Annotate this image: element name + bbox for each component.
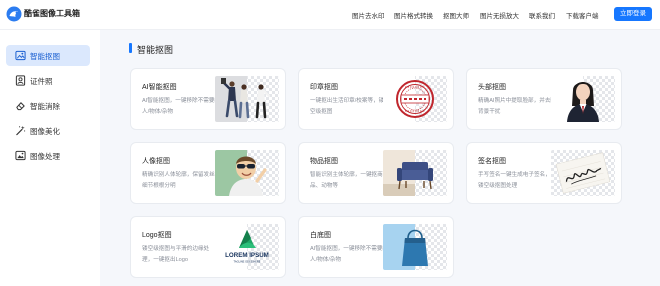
card-title: 头部抠图	[478, 84, 506, 91]
app-title: 酷雀图像工具箱	[24, 9, 80, 18]
student-portrait-photo	[551, 76, 615, 122]
card-description: 智能识别主体轮廓，一键抠商品、动物等	[310, 172, 383, 189]
card-description: AI智能抠图，一键移除不需要的人/物体/杂物	[142, 98, 220, 115]
sidebar: 智能抠图 证件照 智能消除 图像美化 图像处理	[0, 30, 100, 286]
logo-icon[interactable]	[6, 6, 22, 22]
sidebar-item-label: 图像处理	[30, 152, 60, 161]
card-title: AI智能抠图	[142, 84, 177, 91]
handwritten-signature-image	[551, 150, 615, 196]
card-description: 镂空级抠图与平滑的边缘处理，一键抠出Logo	[142, 246, 210, 263]
nav-link-cutout-master[interactable]: 抠图大师	[443, 10, 469, 20]
eraser-icon	[16, 102, 25, 111]
sidebar-item-smart-erase[interactable]: 智能消除	[6, 95, 90, 116]
section-title-marker	[129, 43, 132, 53]
card-title: 签名抠图	[478, 158, 506, 165]
card-title: 白底图	[310, 232, 331, 239]
sidebar-item-label: 智能消除	[30, 102, 60, 111]
logo-text: LOREM IPSUM	[225, 252, 269, 259]
card-description: 一键抠出生活印章/校案等，镂空级抠图	[310, 98, 385, 115]
card-description: 手写签名一键生成电子签名，镂空级抠图处理	[478, 172, 551, 189]
card-description: 精确识别人体轮廓，保留发丝细节根根分明	[142, 172, 215, 189]
card-white-background[interactable]: 白底图 AI智能抠图，一键移除不需要的人/物体/杂物	[298, 216, 454, 278]
people-posing-photo	[215, 76, 279, 122]
page-title: 智能抠图	[137, 45, 174, 55]
image-cutout-icon	[15, 50, 26, 61]
nav-link-lossless-upscale[interactable]: 图片无损放大	[480, 10, 519, 20]
image-process-icon	[15, 150, 26, 161]
card-title: 人像抠图	[142, 158, 170, 165]
nav-link-contact-us[interactable]: 联系我们	[529, 10, 555, 20]
blue-tote-bag-photo	[383, 224, 447, 270]
sidebar-item-image-process[interactable]: 图像处理	[6, 145, 90, 166]
card-description: AI智能抠图，一键移除不需要的人/物体/杂物	[310, 246, 388, 263]
blue-armchair-photo	[383, 150, 447, 196]
logo-tagline: TAGLINE GOES HERE	[233, 260, 260, 264]
login-button[interactable]: 立即登录	[614, 7, 652, 21]
id-photo-icon	[15, 75, 26, 86]
sidebar-item-image-beautify[interactable]: 图像美化	[6, 120, 90, 141]
card-logo-cutout[interactable]: Logo抠图 镂空级抠图与平滑的边缘处理，一键抠出Logo LOREM IPSU…	[130, 216, 286, 278]
card-ai-cutout[interactable]: AI智能抠图 AI智能抠图，一键移除不需要的人/物体/杂物	[130, 68, 286, 130]
lorem-ipsum-logo: LOREM IPSUM TAGLINE GOES HERE	[215, 224, 279, 270]
boy-with-sunglasses-photo	[215, 150, 279, 196]
card-title: 印章抠图	[310, 84, 338, 91]
magic-wand-icon	[16, 125, 26, 136]
card-title: Logo抠图	[142, 232, 172, 239]
nav-link-download-client[interactable]: 下载客户端	[566, 10, 599, 20]
card-title: 物品抠图	[310, 158, 338, 165]
card-description: 精确AI照片中提取脸部，并去除背景干扰	[478, 98, 556, 115]
sidebar-item-id-photo[interactable]: 证件照	[6, 70, 90, 91]
sidebar-item-label: 图像美化	[30, 127, 60, 136]
card-portrait-cutout[interactable]: 人像抠图 精确识别人体轮廓，保留发丝细节根根分明	[130, 142, 286, 204]
card-head-cutout[interactable]: 头部抠图 精确AI照片中提取脸部，并去除背景干扰	[466, 68, 622, 130]
card-stamp-cutout[interactable]: 印章抠图 一键抠出生活印章/校案等，镂空级抠图	[298, 68, 454, 130]
card-signature-cutout[interactable]: 签名抠图 手写签名一键生成电子签名，镂空级抠图处理	[466, 142, 622, 204]
card-object-cutout[interactable]: 物品抠图 智能识别主体轮廓，一键抠商品、动物等	[298, 142, 454, 204]
sidebar-item-label: 智能抠图	[30, 52, 60, 61]
sidebar-item-smart-cutout[interactable]: 智能抠图	[6, 45, 90, 66]
nav-link-watermark-remove[interactable]: 图片去水印	[352, 10, 385, 20]
sidebar-item-label: 证件照	[30, 77, 53, 86]
red-stamp-image	[383, 76, 447, 122]
nav-link-format-convert[interactable]: 图片格式转换	[394, 10, 433, 20]
top-bar: 酷雀图像工具箱 图片去水印 图片格式转换 抠图大师 图片无损放大 联系我们 下载…	[0, 0, 660, 30]
